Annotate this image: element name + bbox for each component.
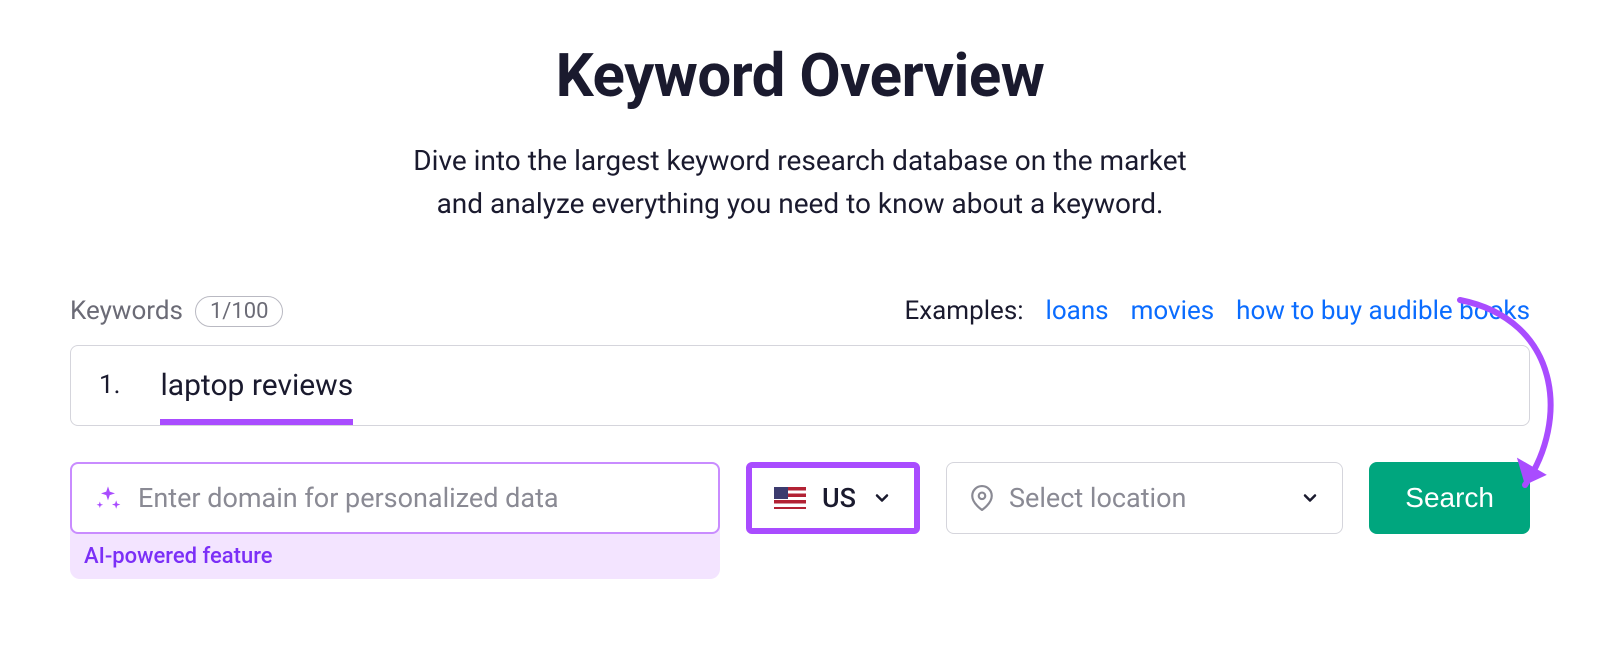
domain-input[interactable]: Enter domain for personalized data [70,462,720,534]
keywords-count-pill: 1/100 [195,296,284,327]
location-selector[interactable]: Select location [946,462,1343,534]
subtitle-line-2: and analyze everything you need to know … [437,187,1164,220]
examples-label: Examples: [904,296,1023,326]
chevron-down-icon [872,488,892,508]
sparkle-icon [94,484,122,512]
example-link-movies[interactable]: movies [1131,296,1215,326]
domain-block: Enter domain for personalized data AI-po… [70,462,720,579]
domain-placeholder: Enter domain for personalized data [138,482,559,514]
flag-us-icon [774,487,806,509]
keyword-overview-page: Keyword Overview Dive into the largest k… [0,0,1600,579]
example-link-how-to-buy-audible-books[interactable]: how to buy audible books [1236,296,1530,326]
search-button[interactable]: Search [1369,462,1530,534]
country-selector[interactable]: US [746,462,920,534]
examples-row: Examples: loans movies how to buy audibl… [904,296,1530,326]
keywords-counter: Keywords 1/100 [70,296,283,327]
form-header-row: Keywords 1/100 Examples: loans movies ho… [70,296,1530,327]
page-title: Keyword Overview [70,40,1530,111]
options-row: Enter domain for personalized data AI-po… [70,462,1530,579]
location-pin-icon [969,485,995,511]
keyword-row-value: laptop reviews [160,368,353,425]
country-code-label: US [822,482,856,514]
keyword-form: Keywords 1/100 Examples: loans movies ho… [70,296,1530,579]
ai-feature-caption: AI-powered feature [70,534,720,569]
page-subtitle: Dive into the largest keyword research d… [70,139,1530,226]
location-placeholder: Select location [1009,482,1286,514]
keyword-row-number: 1. [99,370,120,400]
chevron-down-icon [1300,488,1320,508]
keyword-input[interactable]: 1. laptop reviews [70,345,1530,426]
keywords-label-text: Keywords [70,296,183,326]
subtitle-line-1: Dive into the largest keyword research d… [413,144,1186,177]
example-link-loans[interactable]: loans [1046,296,1109,326]
